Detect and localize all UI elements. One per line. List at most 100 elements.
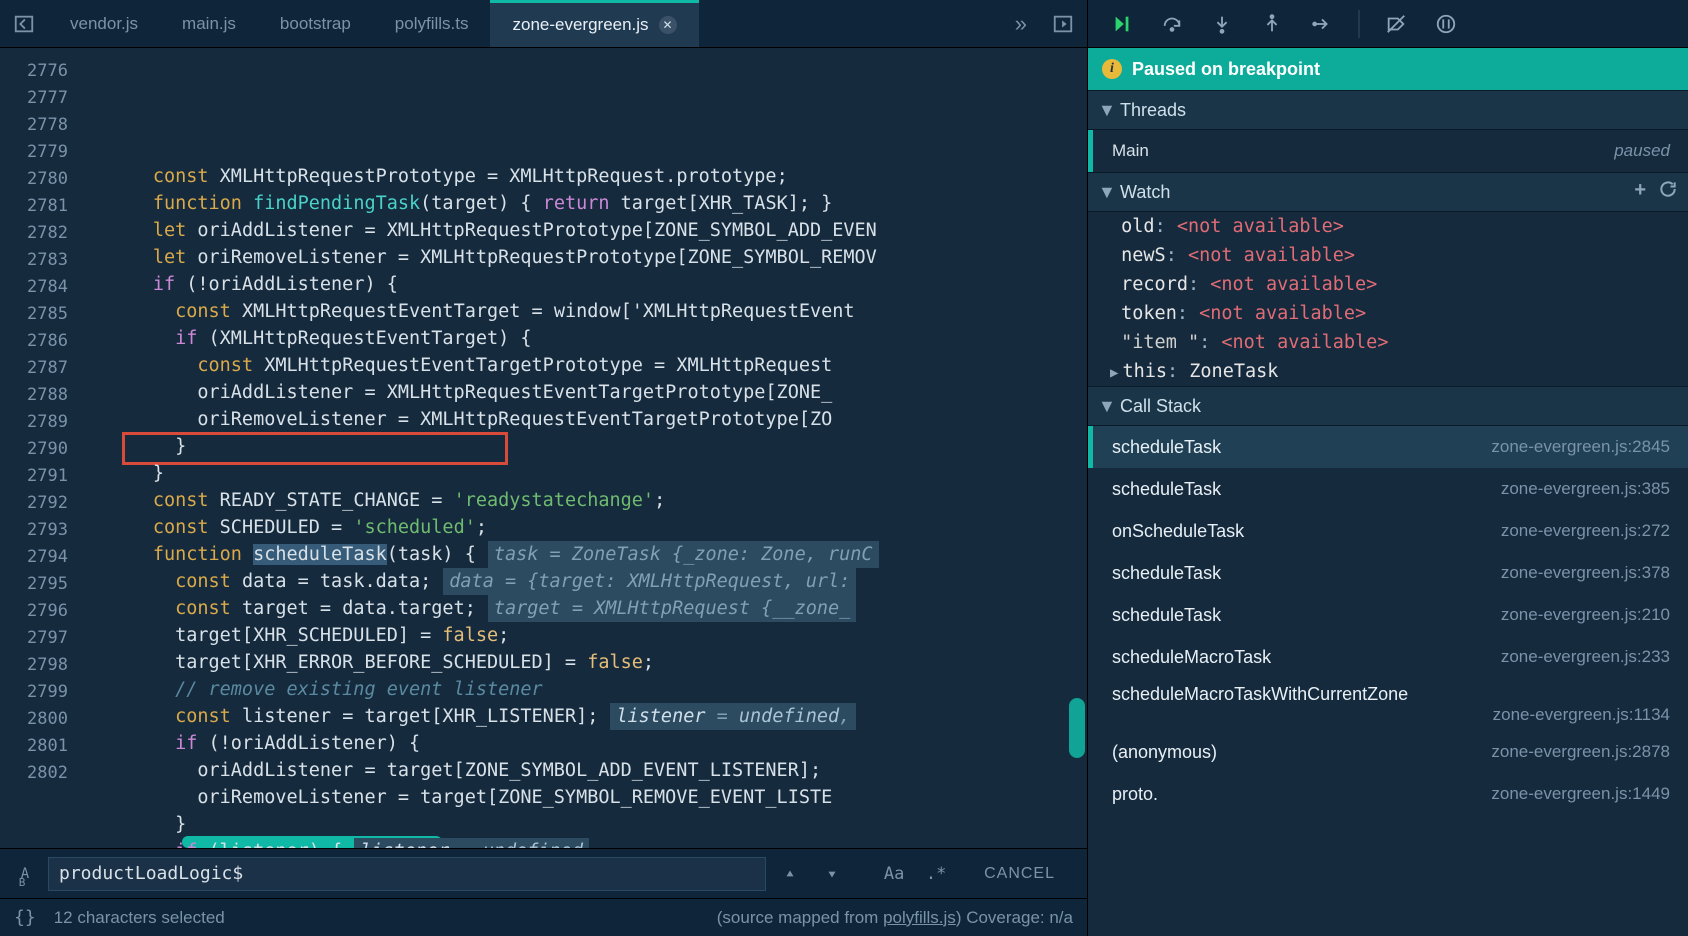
line-number[interactable]: 2789 bbox=[0, 409, 86, 436]
step-into-icon[interactable] bbox=[1202, 6, 1242, 42]
code-line[interactable]: const data = task.data;data = {target: X… bbox=[86, 568, 1087, 595]
line-number[interactable]: 2802 bbox=[0, 760, 86, 787]
line-number[interactable]: 2776 bbox=[0, 58, 86, 85]
line-number[interactable]: 2792 bbox=[0, 490, 86, 517]
code-line[interactable]: function findPendingTask(target) { retur… bbox=[86, 190, 1087, 217]
pause-exceptions-icon[interactable] bbox=[1426, 6, 1466, 42]
code-line[interactable]: const XMLHttpRequestPrototype = XMLHttpR… bbox=[86, 163, 1087, 190]
watch-expression[interactable]: "item ": <not available> bbox=[1088, 328, 1688, 357]
search-input[interactable] bbox=[48, 857, 766, 891]
file-tab[interactable]: main.js bbox=[160, 0, 258, 47]
line-number[interactable]: 2794 bbox=[0, 544, 86, 571]
refresh-watch-icon[interactable] bbox=[1658, 179, 1678, 205]
code-line[interactable]: const listener = target[XHR_LISTENER];li… bbox=[86, 703, 1087, 730]
callstack-frame[interactable]: scheduleMacroTaskWithCurrentZonezone-eve… bbox=[1088, 678, 1688, 731]
line-number[interactable]: 2796 bbox=[0, 598, 86, 625]
add-watch-icon[interactable]: + bbox=[1634, 179, 1646, 205]
line-number[interactable]: 2784 bbox=[0, 274, 86, 301]
callstack-frame[interactable]: onScheduleTaskzone-evergreen.js:272 bbox=[1088, 510, 1688, 552]
thread-row[interactable]: Mainpaused bbox=[1088, 130, 1688, 172]
line-number[interactable]: 2793 bbox=[0, 517, 86, 544]
close-tab-icon[interactable]: ✕ bbox=[659, 16, 677, 34]
file-navigator-toggle-icon[interactable] bbox=[0, 0, 48, 47]
line-number[interactable]: 2782 bbox=[0, 220, 86, 247]
code-line[interactable]: const XMLHttpRequestEventTarget = window… bbox=[86, 298, 1087, 325]
code-line[interactable]: if (listener) {listener = undefined bbox=[86, 838, 1087, 848]
code-line[interactable]: if (!oriAddListener) { bbox=[86, 271, 1087, 298]
watch-expression[interactable]: ▶this: ZoneTask bbox=[1088, 357, 1688, 386]
step-out-icon[interactable] bbox=[1252, 6, 1292, 42]
replace-toggle-icon[interactable]: AB bbox=[8, 866, 42, 882]
code-line[interactable]: target[XHR_ERROR_BEFORE_SCHEDULED] = fal… bbox=[86, 649, 1087, 676]
line-number[interactable]: 2797 bbox=[0, 625, 86, 652]
line-number[interactable]: 2781 bbox=[0, 193, 86, 220]
line-number[interactable]: 2785 bbox=[0, 301, 86, 328]
code-line[interactable]: } bbox=[86, 433, 1087, 460]
run-to-cursor-icon[interactable] bbox=[1039, 0, 1087, 47]
watch-expression[interactable]: token: <not available> bbox=[1088, 299, 1688, 328]
line-number[interactable]: 2791 bbox=[0, 463, 86, 490]
line-number[interactable]: 2780 bbox=[0, 166, 86, 193]
callstack-frame[interactable]: scheduleTaskzone-evergreen.js:2845 bbox=[1088, 426, 1688, 468]
line-number[interactable]: 2798 bbox=[0, 652, 86, 679]
code-line[interactable]: let oriRemoveListener = XMLHttpRequestPr… bbox=[86, 244, 1087, 271]
line-number[interactable]: 2799 bbox=[0, 679, 86, 706]
watch-header[interactable]: ▼ Watch + bbox=[1088, 172, 1688, 212]
callstack-frame[interactable]: (anonymous)zone-evergreen.js:2878 bbox=[1088, 731, 1688, 773]
threads-header[interactable]: ▼ Threads bbox=[1088, 90, 1688, 130]
overflow-tabs-chevron-icon[interactable]: » bbox=[1003, 0, 1039, 47]
code-line[interactable]: oriAddListener = XMLHttpRequestEventTarg… bbox=[86, 379, 1087, 406]
line-number[interactable]: 2787 bbox=[0, 355, 86, 382]
code-line[interactable]: const SCHEDULED = 'scheduled'; bbox=[86, 514, 1087, 541]
callstack-frame[interactable]: scheduleTaskzone-evergreen.js:378 bbox=[1088, 552, 1688, 594]
code-editor[interactable]: 2776277727782779278027812782278327842785… bbox=[0, 48, 1087, 848]
callstack-frame[interactable]: proto.zone-evergreen.js:1449 bbox=[1088, 773, 1688, 815]
callstack-header[interactable]: ▼ Call Stack bbox=[1088, 386, 1688, 426]
code-line[interactable]: if (!oriAddListener) { bbox=[86, 730, 1087, 757]
code-line[interactable]: let oriAddListener = XMLHttpRequestProto… bbox=[86, 217, 1087, 244]
file-tab[interactable]: zone-evergreen.js✕ bbox=[490, 0, 698, 47]
file-tab[interactable]: bootstrap bbox=[258, 0, 373, 47]
line-number[interactable]: 2777 bbox=[0, 85, 86, 112]
resume-icon[interactable] bbox=[1102, 6, 1142, 42]
source-map-link[interactable]: polyfills.js bbox=[883, 908, 956, 927]
code-line[interactable]: oriRemoveListener = XMLHttpRequestEventT… bbox=[86, 406, 1087, 433]
file-tab[interactable]: polyfills.ts bbox=[373, 0, 491, 47]
file-tab[interactable]: vendor.js bbox=[48, 0, 160, 47]
code-line[interactable]: if (XMLHttpRequestEventTarget) { bbox=[86, 325, 1087, 352]
deactivate-breakpoints-icon[interactable] bbox=[1376, 6, 1416, 42]
line-number[interactable]: 2800 bbox=[0, 706, 86, 733]
code-line[interactable]: const target = data.target;target = XMLH… bbox=[86, 595, 1087, 622]
cancel-button[interactable]: CANCEL bbox=[960, 865, 1079, 883]
line-number[interactable]: 2786 bbox=[0, 328, 86, 355]
code-line[interactable]: const XMLHttpRequestEventTargetPrototype… bbox=[86, 352, 1087, 379]
prev-match-icon[interactable] bbox=[772, 857, 808, 891]
code-line[interactable]: target[XHR_SCHEDULED] = false; bbox=[86, 622, 1087, 649]
watch-expression[interactable]: newS: <not available> bbox=[1088, 241, 1688, 270]
match-case-toggle[interactable]: Aa bbox=[876, 857, 912, 891]
line-number[interactable]: 2790 bbox=[0, 436, 86, 463]
line-number[interactable]: 2778 bbox=[0, 112, 86, 139]
step-over-icon[interactable] bbox=[1152, 6, 1192, 42]
regex-toggle[interactable]: .* bbox=[918, 857, 954, 891]
code-line[interactable]: oriRemoveListener = target[ZONE_SYMBOL_R… bbox=[86, 784, 1087, 811]
callstack-frame[interactable]: scheduleTaskzone-evergreen.js:210 bbox=[1088, 594, 1688, 636]
pretty-print-icon[interactable]: {} bbox=[14, 907, 36, 928]
code-line[interactable]: // remove existing event listener bbox=[86, 676, 1087, 703]
callstack-frame[interactable]: scheduleTaskzone-evergreen.js:385 bbox=[1088, 468, 1688, 510]
callstack-frame[interactable]: scheduleMacroTaskzone-evergreen.js:233 bbox=[1088, 636, 1688, 678]
code-line[interactable]: const READY_STATE_CHANGE = 'readystatech… bbox=[86, 487, 1087, 514]
step-icon[interactable] bbox=[1302, 6, 1342, 42]
watch-expression[interactable]: record: <not available> bbox=[1088, 270, 1688, 299]
code-line[interactable]: function scheduleTask(task) {task = Zone… bbox=[86, 541, 1087, 568]
line-number[interactable]: 2801 bbox=[0, 733, 86, 760]
line-number[interactable]: 2795 bbox=[0, 571, 86, 598]
code-line[interactable]: } bbox=[86, 811, 1087, 838]
line-number[interactable]: 2779 bbox=[0, 139, 86, 166]
next-match-icon[interactable] bbox=[814, 857, 850, 891]
code-line[interactable]: oriAddListener = target[ZONE_SYMBOL_ADD_… bbox=[86, 757, 1087, 784]
code-view[interactable]: const XMLHttpRequestPrototype = XMLHttpR… bbox=[86, 48, 1087, 848]
code-line[interactable]: } bbox=[86, 460, 1087, 487]
expand-icon[interactable]: ▶ bbox=[1110, 365, 1118, 381]
line-number[interactable]: 2788 bbox=[0, 382, 86, 409]
